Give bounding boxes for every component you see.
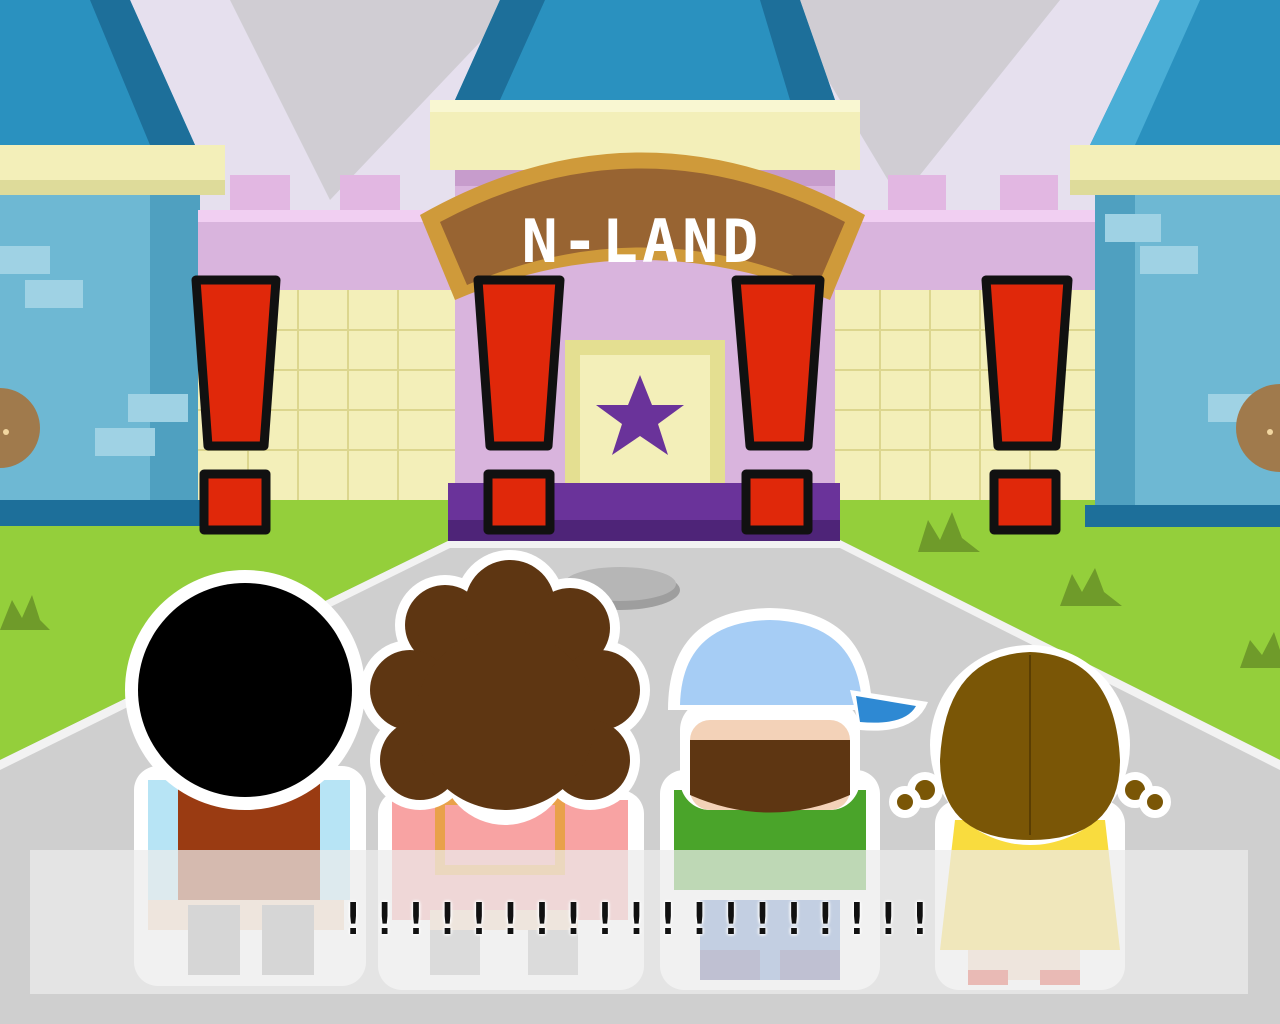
exclamation-mark-1 <box>191 275 281 535</box>
dialogue-box[interactable]: !!!!!!!!!!!!!!!!!!! <box>30 850 1248 994</box>
exclamation-mark-2 <box>473 275 565 535</box>
center-tower <box>430 0 860 170</box>
exclamation-mark-4 <box>981 275 1073 535</box>
sign-text: N-LAND <box>522 207 763 277</box>
exclamation-mark-3 <box>731 275 825 535</box>
dialogue-text: !!!!!!!!!!!!!!!!!!! <box>339 894 939 945</box>
